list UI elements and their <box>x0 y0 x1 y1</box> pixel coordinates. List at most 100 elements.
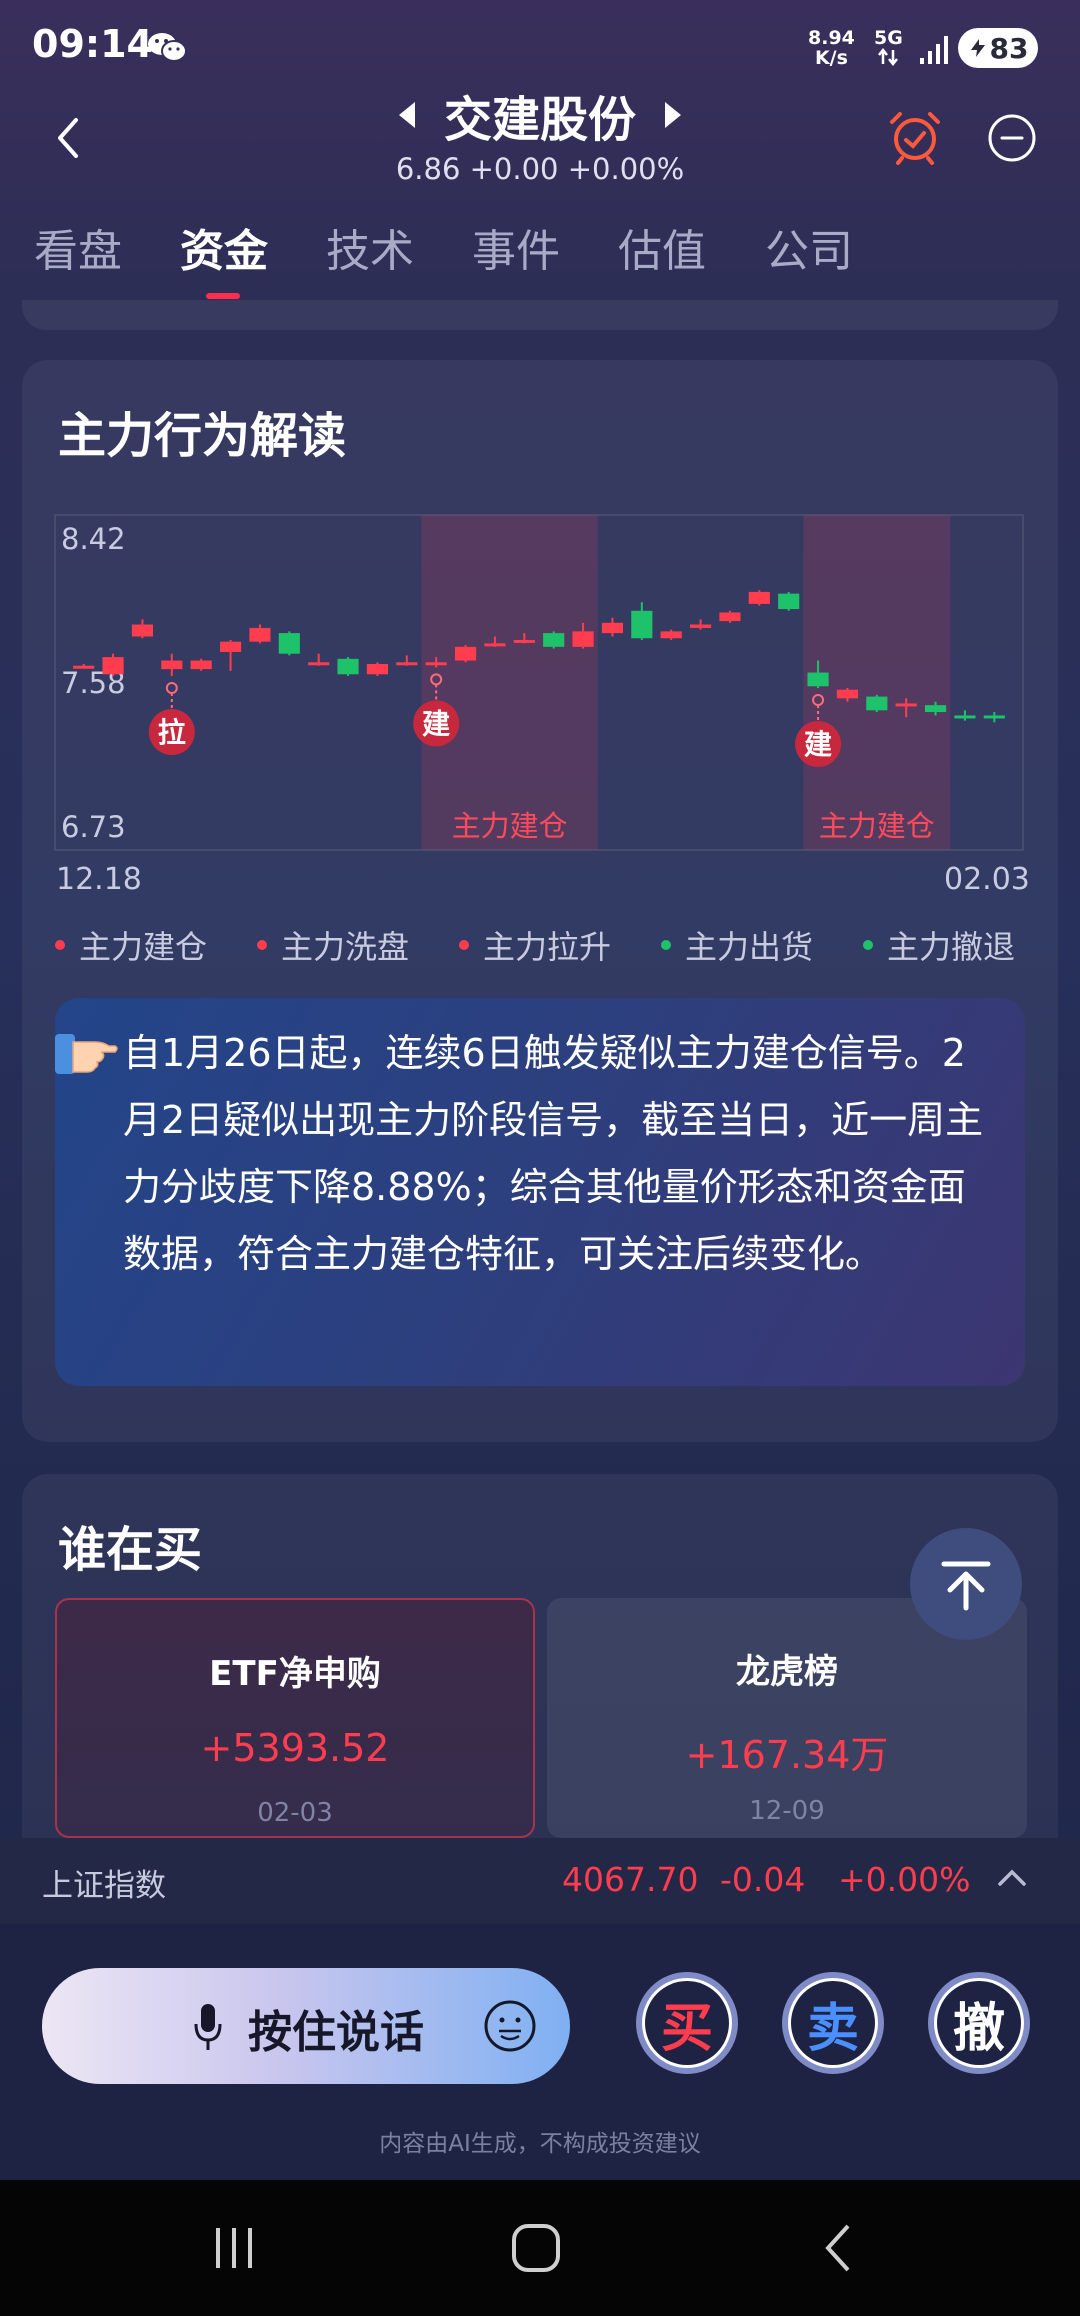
y-tick-label: 6.73 <box>61 810 126 844</box>
active-tab-indicator <box>206 293 240 299</box>
signal-marker-label: 拉 <box>158 716 186 749</box>
candle-body <box>513 639 535 643</box>
buy-label: 买 <box>660 1998 713 2059</box>
candle-body <box>131 624 154 637</box>
candle-body <box>278 633 300 654</box>
emoji-icon[interactable] <box>482 1998 538 2054</box>
net-speed: 8.94 K/s <box>808 28 855 68</box>
index-change-pct: +0.00% <box>838 1860 971 1899</box>
legend-dot <box>863 940 873 950</box>
candle-body <box>866 696 888 711</box>
legend-item: 主力拉升 <box>459 922 611 968</box>
tab-jishu[interactable]: 技术 <box>326 215 414 279</box>
candle-body <box>396 662 418 666</box>
signal-marker-label: 建 <box>422 707 450 740</box>
tab-bar: 看盘 资金 技术 事件 估值 公司 <box>0 215 1080 305</box>
recents-icon[interactable] <box>206 2220 262 2276</box>
index-ticker-bar[interactable]: 上证指数 4067.70 -0.04 +0.00% <box>0 1838 1080 1924</box>
cancel-label: 撤 <box>952 1998 1005 2059</box>
pointing-hand-icon <box>55 1034 118 1074</box>
index-name: 上证指数 <box>42 1868 166 1904</box>
tab-gongsi[interactable]: 公司 <box>765 215 853 279</box>
candle-body <box>895 703 917 707</box>
legend-label: 主力洗盘 <box>281 928 410 966</box>
candle-body <box>660 631 682 639</box>
stock-name: 交建股份 <box>443 92 636 148</box>
previous-card-edge <box>22 300 1058 330</box>
home-icon[interactable] <box>508 2220 564 2276</box>
tab-shijian[interactable]: 事件 <box>472 215 560 279</box>
legend-dot <box>661 940 671 950</box>
tab-zijin[interactable]: 资金 <box>180 215 268 279</box>
etf-net-subscription-card[interactable]: ETF净申购 +5393.52 02-03 <box>55 1598 535 1838</box>
buy-card-date: 12-09 <box>749 1796 825 1826</box>
candlestick-chart: 主力建仓 主力建仓 8.42 7.58 6.73 拉建建 <box>54 514 1024 851</box>
candle-body <box>161 660 183 670</box>
minus-circle-icon[interactable] <box>986 112 1038 164</box>
ai-disclaimer: 内容由AI生成，不构成投资建议 <box>379 2131 701 2157</box>
candle-body <box>689 624 712 628</box>
candle-body <box>308 662 330 666</box>
buy-card-title: 龙虎榜 <box>736 1652 838 1692</box>
system-nav-bar <box>0 2180 1080 2316</box>
zone-label: 主力建仓 <box>452 809 568 843</box>
alarm-clock-icon[interactable] <box>886 108 944 166</box>
sell-button-inner: 卖 <box>791 1981 875 2065</box>
candle-body <box>601 622 624 634</box>
data-arrows-icon <box>878 47 899 67</box>
x-tick-start: 12.18 <box>56 862 142 897</box>
legend-label: 主力建仓 <box>79 928 208 966</box>
battery-indicator: 83 <box>958 28 1038 68</box>
legend-dot <box>55 940 65 950</box>
net-speed-value: 8.94 <box>808 27 855 49</box>
back-nav-icon[interactable] <box>812 2220 868 2276</box>
caret-up-icon[interactable] <box>996 1866 1028 1890</box>
network-label: 5G <box>874 27 903 49</box>
x-tick-end: 02.03 <box>944 862 1030 897</box>
main-behavior-title: 主力行为解读 <box>58 408 347 464</box>
tab-guzhi[interactable]: 估值 <box>618 215 706 279</box>
candle-body <box>572 631 594 647</box>
buy-card-date: 02-03 <box>257 1798 333 1828</box>
candle-body <box>454 646 477 661</box>
sell-button[interactable]: 卖 <box>782 1972 884 2074</box>
charging-icon <box>970 39 985 57</box>
candle-body <box>748 591 770 604</box>
status-bar: 09:14 8.94 K/s 5G 83 <box>0 0 1080 90</box>
candle-body <box>337 658 359 675</box>
network-type: 5G <box>874 28 903 70</box>
who-buys-title: 谁在买 <box>58 1522 203 1578</box>
legend-item: 主力撤退 <box>863 922 1015 968</box>
legend-item: 主力洗盘 <box>257 922 409 968</box>
insight-text: 自1月26日起，连续6日触发疑似主力建仓信号。2月2日疑似出现主力阶段信号，截至… <box>123 1031 984 1276</box>
signal-marker-label: 建 <box>804 728 832 761</box>
bottom-action-panel: 按住说话 买 卖 撤 内容由AI生成，不构成投资建议 <box>0 1924 1080 2180</box>
candle-body <box>836 689 859 699</box>
battery-level: 83 <box>989 31 1029 65</box>
mic-icon <box>194 2004 222 2050</box>
cancel-button-inner: 撤 <box>937 1981 1021 2065</box>
next-stock-icon[interactable] <box>665 102 682 128</box>
candle-body <box>366 663 389 675</box>
signal-icon <box>920 36 948 64</box>
candle-body <box>983 715 1005 719</box>
cancel-order-button[interactable]: 撤 <box>928 1972 1030 2074</box>
buy-button-inner: 买 <box>645 1981 729 2065</box>
scroll-to-top-button[interactable] <box>910 1528 1022 1640</box>
accumulation-zone <box>421 515 598 850</box>
hold-to-talk-button[interactable]: 按住说话 <box>42 1968 570 2084</box>
candle-body <box>73 665 95 669</box>
buy-button[interactable]: 买 <box>636 1972 738 2074</box>
zone-label: 主力建仓 <box>819 809 935 843</box>
legend-dot <box>459 940 469 950</box>
legend-item: 主力出货 <box>661 922 813 968</box>
legend-label: 主力出货 <box>685 928 814 966</box>
candle-body <box>543 633 565 647</box>
tab-kanpan[interactable]: 看盘 <box>34 215 122 279</box>
index-change: -0.04 <box>720 1860 806 1899</box>
prev-stock-icon[interactable] <box>398 102 415 128</box>
chart-legend: 主力建仓 主力洗盘 主力拉升 主力出货 主力撤退 <box>55 922 1045 966</box>
sell-label: 卖 <box>806 1998 859 2059</box>
candle-body <box>631 610 653 639</box>
candle-body <box>924 705 947 713</box>
